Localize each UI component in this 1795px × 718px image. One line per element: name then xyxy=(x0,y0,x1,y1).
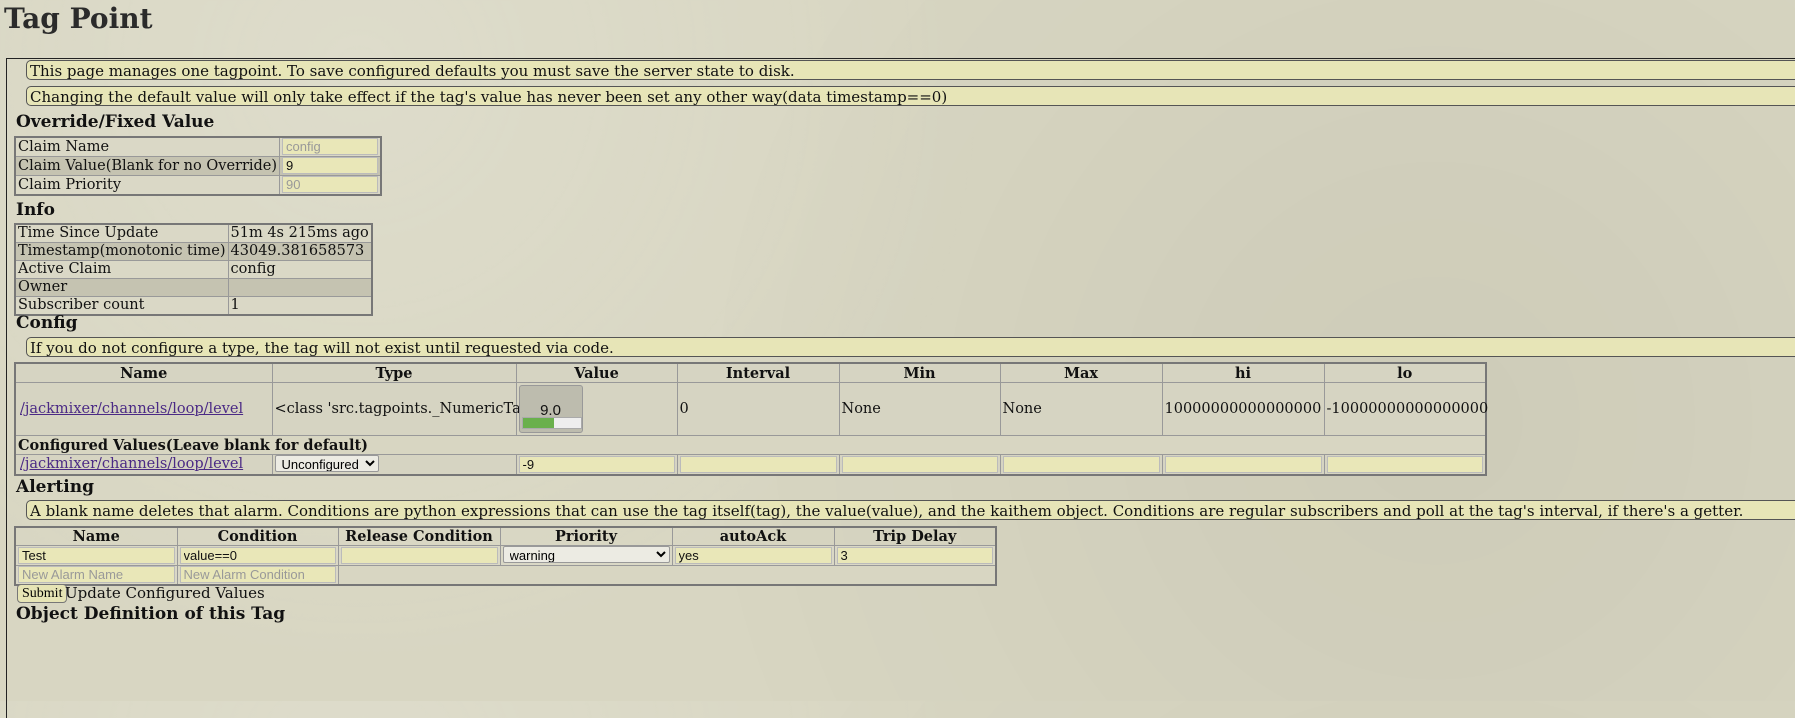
claim-value-label: Claim Value(Blank for no Override) xyxy=(14,156,281,176)
info-label: Owner xyxy=(14,278,229,297)
info-value: 1 xyxy=(227,296,373,316)
claim-priority-input[interactable] xyxy=(282,176,378,193)
alert-col-header: autoAck xyxy=(671,526,835,546)
col-header: Value xyxy=(515,362,678,383)
lo-input[interactable] xyxy=(1326,455,1483,473)
page-title: Tag Point xyxy=(4,2,153,35)
max-input[interactable] xyxy=(1002,455,1160,473)
max-value: None xyxy=(999,382,1163,436)
submit-label: Update Configured Values xyxy=(65,584,265,602)
info-value: config xyxy=(227,260,373,279)
claim-name-label: Claim Name xyxy=(14,136,281,157)
interval-value: 0 xyxy=(676,382,840,436)
configured-heading: Configured Values(Leave blank for defaul… xyxy=(15,435,368,455)
value-meter: 9.0 xyxy=(518,385,583,433)
alert-col-header: Condition xyxy=(176,526,339,546)
tag-link[interactable]: /jackmixer/channels/loop/level xyxy=(20,401,243,417)
info-value xyxy=(227,278,373,297)
info-heading: Info xyxy=(16,200,55,220)
col-header: Interval xyxy=(676,362,840,383)
info-label: Active Claim xyxy=(14,260,229,279)
col-header: Min xyxy=(838,362,1001,383)
meter-fill xyxy=(522,418,555,428)
claim-value-input[interactable] xyxy=(282,157,378,174)
claim-name-input[interactable] xyxy=(282,138,378,155)
alert-col-header: Release Condition xyxy=(337,526,501,546)
alert-col-header: Trip Delay xyxy=(833,526,997,546)
col-header: hi xyxy=(1161,362,1325,383)
config-table: Name Type Value Interval Min Max hi lo /… xyxy=(14,362,1488,476)
min-value: None xyxy=(838,382,1001,436)
info-label: Timestamp(monotonic time) xyxy=(14,242,229,261)
alert-table: Name Condition Release Condition Priorit… xyxy=(14,526,997,586)
autoack-input[interactable] xyxy=(674,546,832,564)
alarm-condition-input[interactable] xyxy=(179,546,336,564)
priority-select[interactable]: warning xyxy=(502,546,670,563)
alert-col-header: Name xyxy=(14,526,178,546)
lo-value: -10000000000000000 xyxy=(1323,382,1488,436)
alarm-name-input[interactable] xyxy=(18,546,175,564)
new-alarm-condition-input[interactable] xyxy=(179,566,336,583)
release-condition-input[interactable] xyxy=(340,546,498,564)
configured-tag-link[interactable]: /jackmixer/channels/loop/level xyxy=(20,456,243,472)
save-notice: This page manages one tagpoint. To save … xyxy=(26,60,1795,80)
info-table: Time Since Update 51m 4s 215ms ago Timest… xyxy=(14,223,373,316)
info-label: Time Since Update xyxy=(14,223,229,243)
object-definition-heading: Object Definition of this Tag xyxy=(16,604,286,624)
interval-input[interactable] xyxy=(679,455,837,473)
default-value-input[interactable] xyxy=(518,455,675,473)
col-header: Max xyxy=(999,362,1163,383)
type-notice: If you do not configure a type, the tag … xyxy=(26,337,1795,357)
col-header: lo xyxy=(1323,362,1487,383)
info-value: 43049.381658573 xyxy=(227,242,373,261)
override-table: Claim Name Claim Value(Blank for no Over… xyxy=(14,136,382,196)
alert-notice: A blank name deletes that alarm. Conditi… xyxy=(26,500,1795,520)
trip-delay-input[interactable] xyxy=(836,546,993,564)
submit-button[interactable]: Submit xyxy=(17,584,68,603)
hi-input[interactable] xyxy=(1164,455,1322,473)
alert-col-header: Priority xyxy=(499,526,673,546)
info-value: 51m 4s 215ms ago xyxy=(227,223,373,243)
alerting-heading: Alerting xyxy=(16,477,94,497)
hi-value: 10000000000000000 xyxy=(1161,382,1325,436)
default-notice: Changing the default value will only tak… xyxy=(26,86,1795,106)
type-select[interactable]: Unconfigured xyxy=(274,455,379,472)
config-heading: Config xyxy=(16,313,78,333)
override-heading: Override/Fixed Value xyxy=(16,112,215,132)
claim-priority-label: Claim Priority xyxy=(14,175,281,196)
col-header: Name xyxy=(14,362,273,383)
col-header: Type xyxy=(271,362,517,383)
min-input[interactable] xyxy=(841,455,998,473)
new-alarm-name-input[interactable] xyxy=(18,566,175,583)
tag-type: <class 'src.tagpoints._NumericTagPoint'> xyxy=(271,382,584,436)
